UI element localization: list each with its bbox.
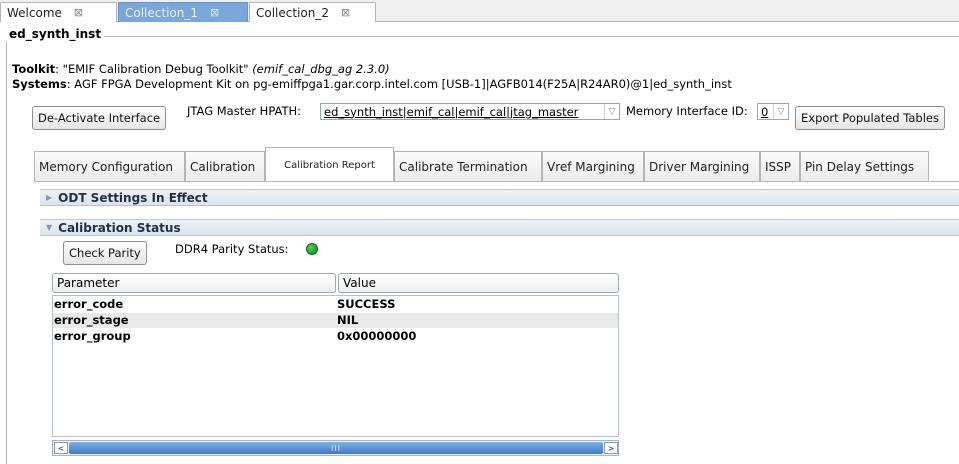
toolkit-version: (emif_cal_dbg_ag 2.3.0)	[252, 62, 390, 76]
table-row[interactable]: error_stage NIL	[53, 313, 618, 328]
toolkit-info: Toolkit: "EMIF Calibration Debug Toolkit…	[12, 62, 390, 76]
collapse-icon[interactable]: ▼	[46, 223, 52, 232]
tab-calibration[interactable]: Calibration	[185, 151, 265, 181]
table-body: error_code SUCCESS error_stage NIL error…	[52, 295, 619, 437]
tab-calibrate-termination[interactable]: Calibrate Termination	[394, 151, 542, 181]
tab-label: Welcome	[7, 5, 62, 20]
systems-label: Systems	[12, 77, 67, 91]
group-title: ed_synth_inst	[6, 27, 105, 41]
table-row[interactable]: error_group 0x00000000	[53, 329, 618, 344]
tab-collection-2[interactable]: Collection_2 ⊠	[249, 2, 376, 22]
scrollbar-thumb[interactable]: III	[69, 442, 603, 454]
scroll-right-icon[interactable]: >	[604, 442, 618, 454]
jtag-master-value: ed_synth_inst|emif_cal|emif_cal|jtag_mas…	[324, 104, 579, 119]
parameter-cell: error_stage	[54, 313, 129, 327]
value-cell: NIL	[337, 313, 359, 327]
ddr4-parity-status-label: DDR4 Parity Status:	[175, 242, 289, 256]
editor-tab-bar: Welcome ⊠ Collection_1 ⊠ Collection_2 ⊠	[0, 0, 959, 22]
calibration-status-section-header[interactable]: ▼ Calibration Status	[40, 219, 959, 236]
parameter-cell: error_group	[54, 329, 131, 343]
toolkit-label: Toolkit	[12, 62, 56, 76]
memory-interface-id-value: 0	[761, 104, 769, 119]
tab-issp[interactable]: ISSP	[760, 151, 800, 181]
value-cell: SUCCESS	[337, 297, 396, 311]
tab-welcome[interactable]: Welcome ⊠	[0, 2, 117, 22]
chevron-down-icon[interactable]: ▽	[773, 104, 788, 119]
grip-icon: III	[330, 443, 342, 453]
tab-label: Collection_1	[125, 5, 198, 20]
tab-driver-margining[interactable]: Driver Margining	[644, 151, 760, 181]
calibration-status-table: Parameter Value error_code SUCCESS error…	[52, 273, 619, 456]
jtag-master-label: JTAG Master HPATH:	[187, 104, 302, 118]
tab-label: Collection_2	[256, 5, 329, 20]
table-header: Parameter Value	[52, 273, 619, 293]
table-row[interactable]: error_code SUCCESS	[53, 297, 618, 312]
close-icon[interactable]: ⊠	[341, 6, 350, 19]
check-parity-button[interactable]: Check Parity	[63, 241, 147, 265]
systems-info: Systems: AGF FPGA Development Kit on pg-…	[12, 77, 732, 91]
parity-status-led-icon	[306, 243, 318, 255]
scroll-left-icon[interactable]: <	[54, 442, 68, 454]
tab-panel-border	[34, 181, 959, 182]
systems-value: : AGF FPGA Development Kit on pg-emiffpg…	[66, 77, 732, 91]
jtag-master-select[interactable]: ed_synth_inst|emif_cal|emif_cal|jtag_mas…	[320, 103, 620, 120]
section-title: ODT Settings In Effect	[58, 190, 208, 205]
toolkit-value: : "EMIF Calibration Debug Toolkit"	[55, 62, 249, 76]
expand-icon[interactable]: ▶	[46, 193, 52, 202]
column-header-value[interactable]: Value	[338, 273, 619, 293]
chevron-down-icon[interactable]: ▽	[604, 104, 619, 119]
tab-collection-1[interactable]: Collection_1 ⊠	[118, 2, 248, 22]
memory-interface-id-label: Memory Interface ID:	[626, 104, 748, 118]
section-title: Calibration Status	[58, 220, 181, 235]
column-header-parameter[interactable]: Parameter	[52, 273, 336, 293]
tab-vref-margining[interactable]: Vref Margining	[542, 151, 644, 181]
memory-interface-id-select[interactable]: 0 ▽	[757, 103, 789, 120]
close-icon[interactable]: ⊠	[74, 6, 83, 19]
export-populated-tables-button[interactable]: Export Populated Tables	[795, 106, 945, 130]
tab-memory-configuration[interactable]: Memory Configuration	[34, 151, 185, 181]
close-icon[interactable]: ⊠	[210, 6, 219, 19]
tab-pin-delay-settings[interactable]: Pin Delay Settings	[800, 151, 929, 181]
horizontal-scrollbar[interactable]: < III >	[52, 440, 619, 456]
parameter-cell: error_code	[54, 297, 124, 311]
deactivate-interface-button[interactable]: De-Activate Interface	[32, 106, 167, 130]
value-cell: 0x00000000	[337, 329, 417, 343]
tab-calibration-report[interactable]: Calibration Report	[265, 147, 394, 182]
odt-settings-section-header[interactable]: ▶ ODT Settings In Effect	[40, 189, 959, 206]
